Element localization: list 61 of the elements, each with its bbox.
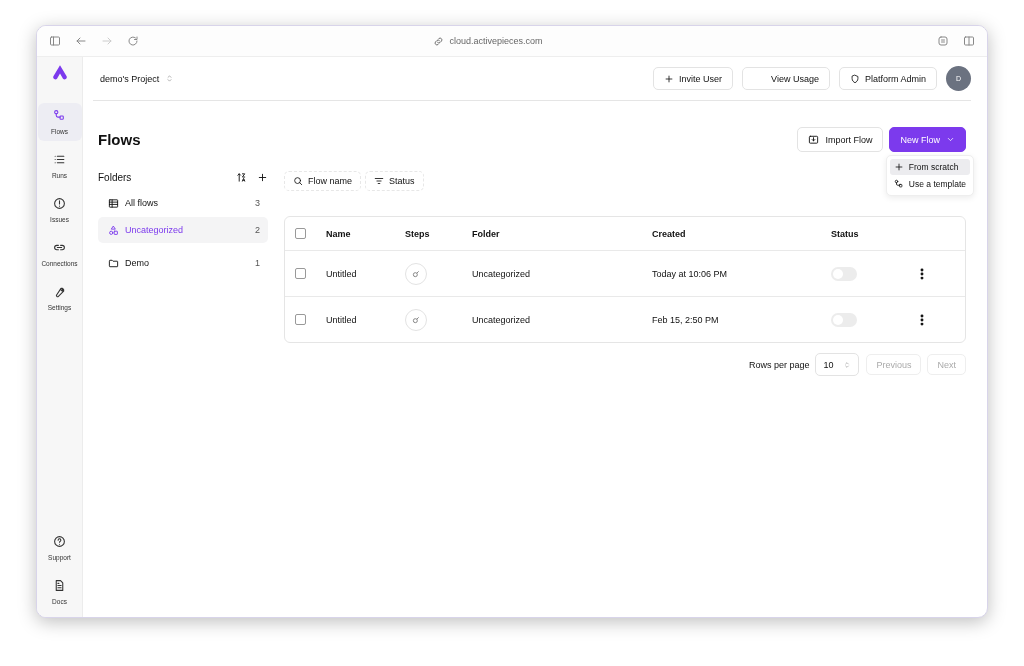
- header-button[interactable]: Invite User: [653, 67, 734, 90]
- help-icon: [53, 535, 66, 548]
- folder-item[interactable]: Demo 1: [98, 250, 268, 276]
- filter-button[interactable]: Status: [365, 171, 424, 191]
- chevron-updown-icon: [843, 360, 852, 369]
- column-header: Name: [326, 228, 352, 239]
- folder-item[interactable]: All flows 3: [98, 190, 268, 216]
- created-cell-text: Today at 10:06 PM: [652, 268, 729, 279]
- table-icon: [108, 197, 119, 209]
- wrench-icon: [53, 285, 66, 298]
- back-icon: [75, 35, 87, 47]
- column-header: Steps: [405, 228, 431, 239]
- menu-item[interactable]: Use a template: [889, 176, 970, 192]
- checkbox[interactable]: [295, 314, 306, 325]
- rows-per-page-label: Rows per page: [748, 359, 810, 370]
- reader-icon: [937, 35, 949, 47]
- chevron-down-icon: [946, 135, 955, 144]
- folder-item[interactable]: Uncategorized 2: [98, 217, 268, 243]
- forward-icon: [101, 35, 113, 47]
- checkbox[interactable]: [295, 228, 306, 239]
- new-flow-button[interactable]: New Flow: [889, 127, 966, 152]
- column-header: Created: [652, 228, 687, 239]
- folder-cell-text: Uncategorized: [472, 314, 532, 325]
- search-icon: [293, 176, 303, 186]
- add-folder-icon: [257, 171, 268, 183]
- logo-icon[interactable]: [50, 63, 69, 81]
- folder-icon: [108, 257, 119, 269]
- split-view-icon: [963, 35, 975, 47]
- nodes-icon: [893, 179, 904, 189]
- folders-heading: Folders: [98, 171, 133, 183]
- document-icon: [53, 579, 66, 592]
- sort-icon: [236, 171, 247, 183]
- plus-icon: [893, 162, 904, 172]
- page-size-select[interactable]: 10: [815, 353, 860, 376]
- filter-icon: [374, 176, 384, 186]
- nodes-icon: [53, 109, 66, 122]
- menu-item[interactable]: From scratch: [889, 159, 970, 175]
- shapes-icon: [108, 224, 119, 236]
- sidebar-icon: [49, 35, 61, 47]
- column-header: Status: [831, 228, 860, 239]
- checkbox[interactable]: [295, 268, 306, 279]
- folder-cell-text: Uncategorized: [472, 268, 532, 279]
- header-button[interactable]: Platform Admin: [838, 67, 937, 90]
- flow-name: Untitled: [326, 268, 358, 279]
- plus-icon: [664, 73, 675, 84]
- chevron-updown-icon: [165, 74, 175, 83]
- flow-name: Untitled: [326, 314, 358, 325]
- address-bar-url[interactable]: cloud.activepieces.com: [449, 36, 543, 46]
- filter-button[interactable]: Flow name: [284, 171, 361, 191]
- alert-icon: [53, 197, 66, 210]
- header-button[interactable]: View Usage: [742, 67, 830, 90]
- list-icon: [53, 153, 66, 166]
- reload-icon: [127, 35, 139, 47]
- page-title: Flows: [98, 131, 142, 148]
- import-icon: [808, 134, 820, 145]
- column-header: Folder: [472, 228, 501, 239]
- import-flow-button[interactable]: Import Flow: [797, 127, 884, 152]
- link-icon: [433, 35, 445, 47]
- created-cell-text: Feb 15, 2:50 PM: [652, 314, 720, 325]
- shield-icon: [849, 73, 860, 84]
- project-name[interactable]: demo's Project: [100, 73, 160, 84]
